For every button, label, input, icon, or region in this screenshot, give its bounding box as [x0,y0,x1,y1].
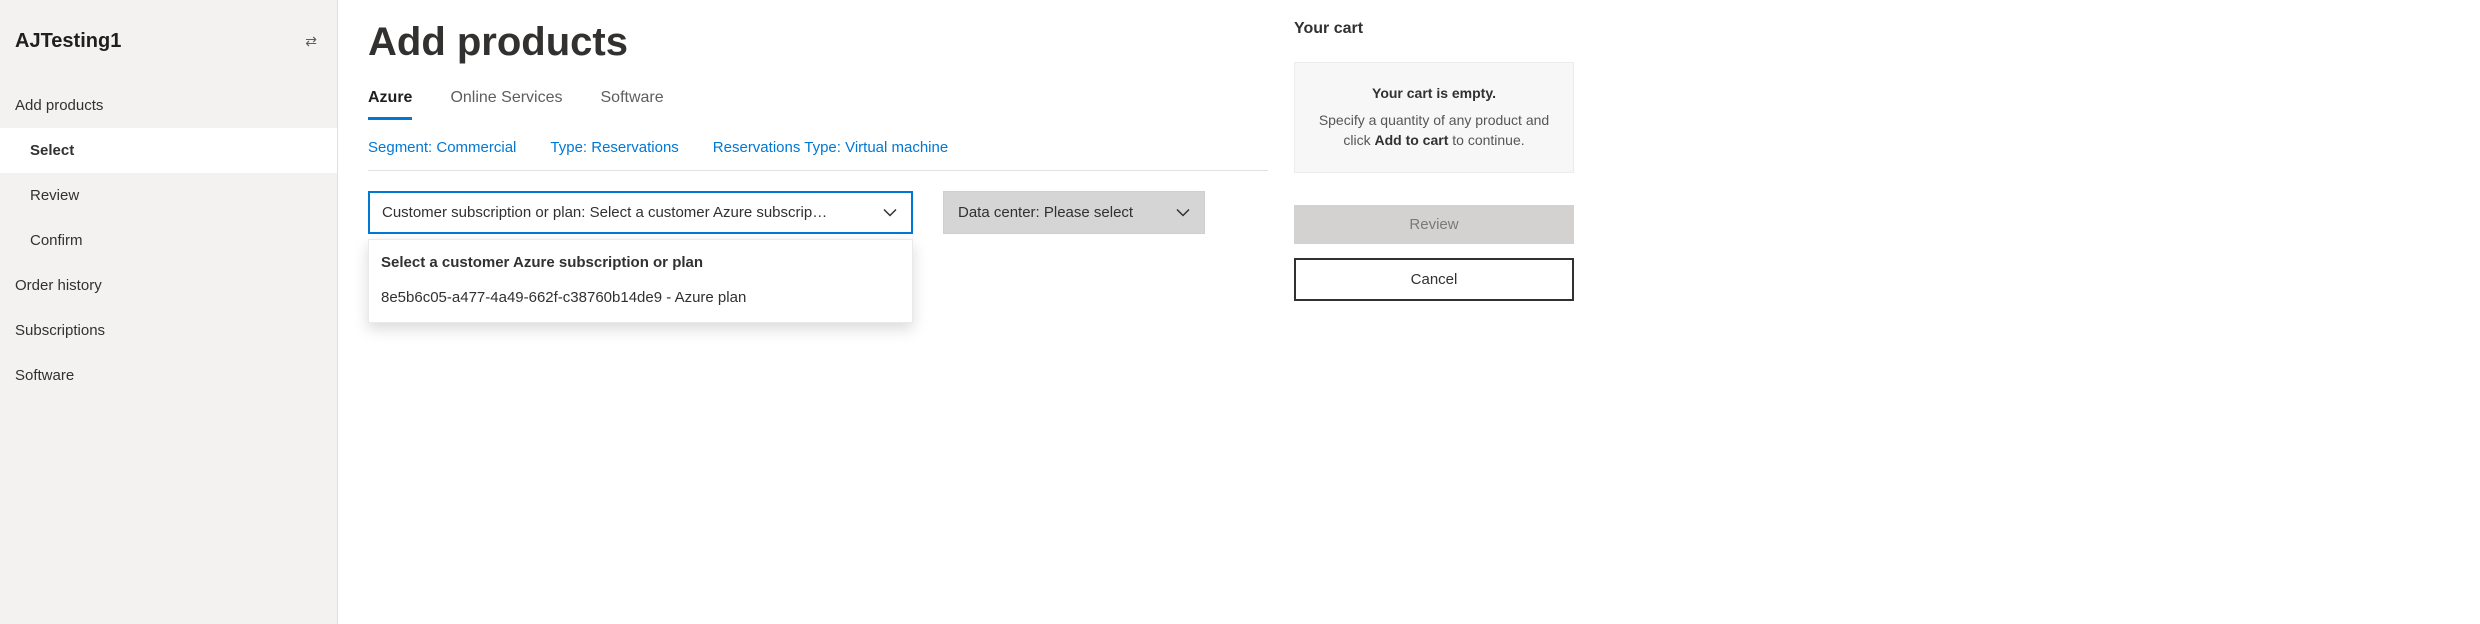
main: Add products Azure Online Services Softw… [338,0,2480,624]
tab-azure[interactable]: Azure [368,89,412,120]
subscription-select-label: Customer subscription or plan: Select a … [382,204,827,221]
chevron-down-icon [883,208,897,217]
cart-panel: Your cart Your cart is empty. Specify a … [1294,20,1574,624]
cart-empty-box: Your cart is empty. Specify a quantity o… [1294,62,1574,173]
subscription-dropdown: Select a customer Azure subscription or … [368,239,913,323]
subscription-select[interactable]: Customer subscription or plan: Select a … [368,191,913,234]
review-button[interactable]: Review [1294,205,1574,244]
filter-segment[interactable]: Segment: Commercial [368,139,516,156]
nav-select[interactable]: Select [0,128,337,173]
datacenter-select-label: Data center: Please select [958,204,1133,221]
chevron-down-icon [1176,208,1190,217]
cart-empty-text: Your cart is empty. [1309,85,1559,101]
nav-add-products[interactable]: Add products [0,83,337,128]
nav-review[interactable]: Review [0,173,337,218]
dropdown-option[interactable]: 8e5b6c05-a477-4a49-662f-c38760b14de9 - A… [369,279,912,322]
nav-subscriptions[interactable]: Subscriptions [0,308,337,353]
cart-hint-suffix: to continue. [1448,132,1524,148]
page-title: Add products [368,20,1268,65]
cart-title: Your cart [1294,20,1574,38]
breadcrumb-filters: Segment: Commercial Type: Reservations R… [368,139,1268,171]
nav-order-history[interactable]: Order history [0,263,337,308]
swap-icon[interactable]: ⇄ [305,33,317,50]
product-tabs: Azure Online Services Software [368,89,1268,121]
cart-hint-bold: Add to cart [1374,132,1448,148]
filter-type[interactable]: Type: Reservations [550,139,678,156]
nav-confirm[interactable]: Confirm [0,218,337,263]
customer-name: AJTesting1 [15,30,121,53]
sidebar-header: AJTesting1 ⇄ [0,0,337,83]
tab-software[interactable]: Software [601,89,664,120]
sidebar: AJTesting1 ⇄ Add products Select Review … [0,0,338,624]
cancel-button[interactable]: Cancel [1294,258,1574,301]
dropdown-header: Select a customer Azure subscription or … [369,240,912,279]
cart-hint: Specify a quantity of any product and cl… [1309,111,1559,150]
filter-reservations-type[interactable]: Reservations Type: Virtual machine [713,139,948,156]
nav-software[interactable]: Software [0,353,337,398]
tab-online-services[interactable]: Online Services [450,89,562,120]
datacenter-select[interactable]: Data center: Please select [943,191,1205,234]
